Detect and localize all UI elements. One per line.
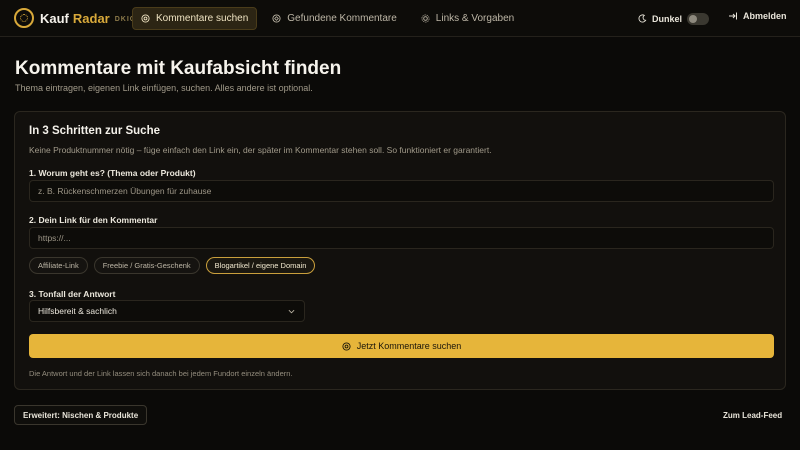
brand-name-part1: Kauf [40,10,69,26]
theme-label: Dunkel [652,13,683,24]
page-subtitle: Thema eintragen, eigenen Link einfügen, … [15,83,313,93]
search-circle-icon [141,14,150,23]
tab-gefundene-kommentare[interactable]: Gefundene Kommentare [263,7,406,30]
link-input[interactable]: https://... [29,227,774,249]
main-nav: Kommentare suchen Gefundene Kommentare L… [132,7,529,30]
gear-icon [421,14,430,23]
topic-input[interactable]: z. B. Rückenschmerzen Übungen für zuhaus… [29,180,774,202]
advanced-button[interactable]: Erweitert: Nischen & Produkte [14,405,148,425]
tone-label: 3. Tonfall der Antwort [29,289,116,299]
moon-icon [638,14,647,23]
tone-select[interactable]: Hilfsbereit & sachlich [29,300,305,322]
comments-icon [272,14,281,23]
footnote: Die Antwort und der Link lassen sich dan… [29,369,293,378]
search-submit-label: Jetzt Kommentare suchen [356,341,462,351]
card-title: In 3 Schritten zur Suche [29,125,160,137]
radar-icon [14,8,34,28]
tab-label: Kommentare suchen [156,13,249,24]
chip-affiliate-link[interactable]: Affiliate-Link [29,257,88,274]
logout-label: Abmelden [743,11,787,21]
tab-label: Gefundene Kommentare [287,13,397,24]
dark-mode-toggle[interactable] [687,12,710,25]
page-title: Kommentare mit Kaufabsicht finden [15,58,342,79]
tab-links-vorgaben[interactable]: Links & Vorgaben [412,7,523,30]
logout-icon [729,12,737,20]
top-navigation: Kauf Radar DKIG Kommentare suchen Gefund… [0,0,800,37]
link-type-chips: Affiliate-Link Freebie / Gratis-Geschenk… [29,257,321,274]
topic-label: 1. Worum geht es? (Thema oder Produkt) [29,168,196,178]
search-card: In 3 Schritten zur Suche Keine Produktnu… [14,111,786,390]
brand-logo[interactable]: Kauf Radar DKIG [14,8,136,28]
tab-kommentare-suchen[interactable]: Kommentare suchen [132,7,258,30]
tone-selected-value: Hilfsbereit & sachlich [38,306,117,316]
card-description: Keine Produktnummer nötig – füge einfach… [29,145,492,155]
brand-name-part2: Radar [72,10,110,26]
search-circle-icon [342,341,351,351]
lead-feed-link[interactable]: Zum Lead-Feed [723,411,782,420]
logout-button[interactable]: Abmelden [728,11,787,21]
chip-blogartikel[interactable]: Blogartikel / eigene Domain [205,257,316,274]
link-label: 2. Dein Link für den Kommentar [29,215,158,225]
chevron-down-icon [288,309,295,314]
theme-switch[interactable]: Dunkel [638,11,710,26]
search-submit-button[interactable]: Jetzt Kommentare suchen [29,334,774,358]
tab-label: Links & Vorgaben [435,13,515,24]
chip-freebie[interactable]: Freebie / Gratis-Geschenk [93,257,200,274]
